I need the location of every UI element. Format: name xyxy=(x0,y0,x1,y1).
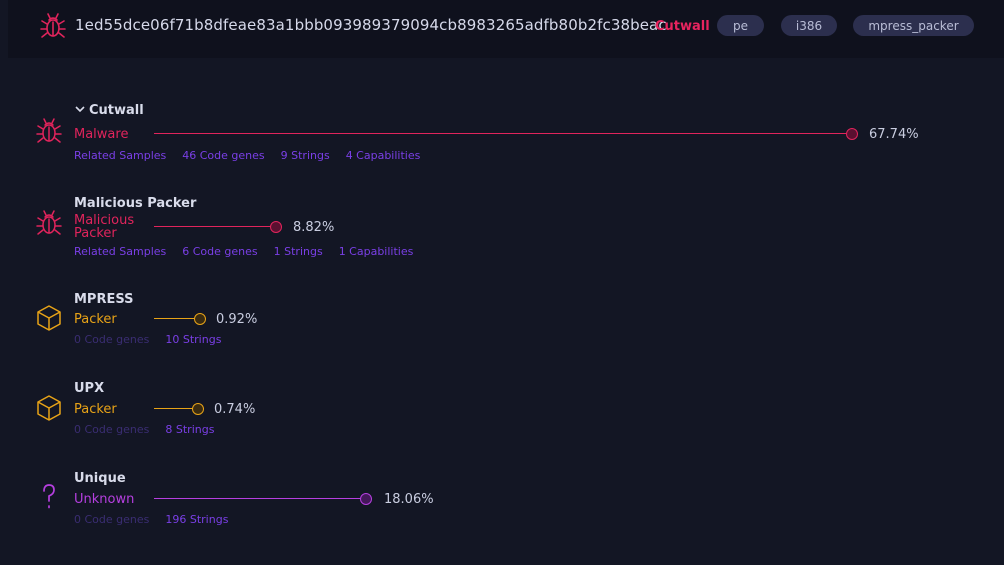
similarity-bar-knob xyxy=(194,313,206,325)
similarity-bar-knob xyxy=(192,403,204,415)
family-title[interactable]: Unique xyxy=(74,471,126,486)
code-genes-link: 0 Code genes xyxy=(74,333,150,346)
tag-i386[interactable]: i386 xyxy=(781,15,837,36)
strings-link[interactable]: 9 Strings xyxy=(281,149,330,162)
similarity-percent: 18.06% xyxy=(384,492,434,507)
row-links: Related Samples 6 Code genes 1 Strings 1… xyxy=(74,245,413,258)
similarity-bar xyxy=(154,493,374,505)
code-genes-link[interactable]: 46 Code genes xyxy=(182,149,264,162)
family-title[interactable]: Malicious Packer xyxy=(74,196,196,211)
box-icon xyxy=(37,305,61,331)
category-label: Packer xyxy=(74,402,117,417)
family-label[interactable]: Cutwall xyxy=(655,19,710,34)
similarity-bar-knob xyxy=(846,128,858,140)
sample-header: 1ed55dce06f71b8dfeae83a1bbb093989379094c… xyxy=(8,0,1004,58)
bug-icon xyxy=(36,210,62,235)
code-genes-link: 0 Code genes xyxy=(74,423,150,436)
row-links: 0 Code genes 10 Strings xyxy=(74,333,221,346)
similarity-bar-line xyxy=(154,226,271,227)
question-icon xyxy=(43,484,55,509)
similarity-bar-line xyxy=(154,408,194,409)
family-title[interactable]: MPRESS xyxy=(74,292,134,307)
related-samples-link[interactable]: Related Samples xyxy=(74,245,166,258)
similarity-bar xyxy=(154,221,284,233)
category-label: Unknown xyxy=(74,492,135,507)
similarity-bar-line xyxy=(154,318,196,319)
similarity-percent: 67.74% xyxy=(869,127,919,142)
similarity-bar xyxy=(154,403,208,415)
strings-link[interactable]: 196 Strings xyxy=(165,513,228,526)
similarity-bar xyxy=(154,128,859,140)
category-label: Packer xyxy=(74,312,117,327)
family-title[interactable]: Cutwall xyxy=(74,103,144,118)
family-title-text: Cutwall xyxy=(89,103,144,118)
category-label: Malware xyxy=(74,127,129,142)
row-links: 0 Code genes 8 Strings xyxy=(74,423,214,436)
tag-mpress-packer[interactable]: mpress_packer xyxy=(853,15,974,36)
category-label: Malicious Packer xyxy=(74,213,135,241)
similarity-bar xyxy=(154,313,210,325)
bug-icon xyxy=(40,13,66,38)
code-genes-link: 0 Code genes xyxy=(74,513,150,526)
capabilities-link[interactable]: 4 Capabilities xyxy=(346,149,421,162)
similarity-bar-knob xyxy=(360,493,372,505)
similarity-percent: 0.92% xyxy=(216,312,258,327)
bug-icon xyxy=(36,118,62,143)
strings-link[interactable]: 10 Strings xyxy=(165,333,221,346)
code-genes-link[interactable]: 6 Code genes xyxy=(182,245,257,258)
sample-hash: 1ed55dce06f71b8dfeae83a1bbb093989379094c… xyxy=(75,16,667,34)
box-icon xyxy=(37,395,61,421)
capabilities-link[interactable]: 1 Capabilities xyxy=(339,245,414,258)
similarity-bar-line xyxy=(154,133,848,134)
row-links: 0 Code genes 196 Strings xyxy=(74,513,228,526)
similarity-bar-knob xyxy=(270,221,282,233)
similarity-percent: 0.74% xyxy=(214,402,256,417)
tag-pe[interactable]: pe xyxy=(717,15,764,36)
chevron-down-icon[interactable] xyxy=(74,104,86,114)
related-samples-link[interactable]: Related Samples xyxy=(74,149,166,162)
similarity-bar-line xyxy=(154,498,362,499)
family-title[interactable]: UPX xyxy=(74,381,104,396)
strings-link[interactable]: 8 Strings xyxy=(165,423,214,436)
row-links: Related Samples 46 Code genes 9 Strings … xyxy=(74,149,420,162)
similarity-percent: 8.82% xyxy=(293,220,335,235)
strings-link[interactable]: 1 Strings xyxy=(274,245,323,258)
